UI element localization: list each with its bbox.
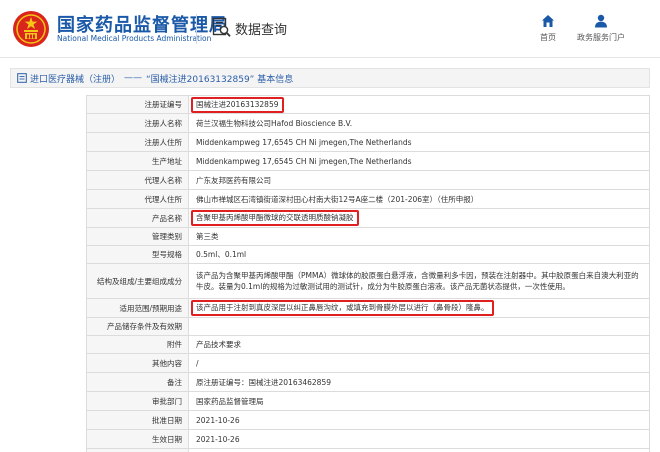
field-label: 注册人住所	[86, 132, 189, 152]
nav-home-label: 首页	[540, 33, 556, 42]
data-query-label: 数据查询	[235, 22, 288, 38]
field-label: 产品名称	[86, 208, 189, 228]
field-label: 结构及组成/主要组成成分	[86, 263, 189, 299]
field-label: 代理人名称	[86, 170, 189, 190]
table-row: 适用范围/预期用途 该产品用于注射到真皮深层以纠正鼻唇沟纹，或填充到骨膜外层以进行…	[86, 298, 650, 318]
national-emblem-icon	[13, 11, 49, 47]
registration-detail-table: 注册证编号 国械注进20163132859 注册人名称 荷兰汉福生物科技公司Hafod…	[86, 95, 650, 452]
table-row: 注册人住所 Middenkampweg 17,6545 CH Ni jmegen,…	[86, 132, 650, 152]
field-value-cell: 0.5ml、0.1ml	[188, 245, 650, 264]
home-icon	[542, 15, 554, 27]
field-label: 其他内容	[86, 353, 189, 373]
user-icon	[595, 14, 607, 28]
table-row: 生效日期 2021-10-26	[86, 429, 650, 449]
table-row: 管理类别 第三类	[86, 227, 650, 246]
highlighted-value: 该产品用于注射到真皮深层以纠正鼻唇沟纹，或填充到骨膜外层以进行（鼻骨段）隆鼻。	[191, 300, 494, 316]
table-row: 注册证编号 国械注进20163132859	[86, 95, 650, 114]
table-row: 结构及组成/主要组成成分 该产品为含聚甲基丙烯酸甲酯（PMMA）微球体的胶原蛋白悬…	[86, 263, 650, 299]
field-label: 附件	[86, 335, 189, 354]
field-label: 型号规格	[86, 245, 189, 264]
field-label: 审批部门	[86, 391, 189, 411]
table-row: 代理人住所 佛山市禅城区石湾镇街道深村田心村南大街12号A座二楼（201-206室…	[86, 189, 650, 209]
table-row: 批准日期 2021-10-26	[86, 410, 650, 430]
breadcrumb-section[interactable]: 进口医疗器械（注册）	[30, 72, 120, 85]
table-row: 其他内容 /	[86, 353, 650, 373]
breadcrumb: 进口医疗器械（注册） —— “国械注进20163132859” 基本信息	[10, 68, 650, 88]
header-divider	[196, 14, 197, 44]
nav-service-label: 政务服务门户	[577, 33, 625, 42]
highlighted-value: 含聚甲基丙烯酸甲酯微球的交联透明质酸钠凝胶	[191, 210, 359, 226]
field-label: 备注	[86, 372, 189, 392]
field-value-cell: Middenkampweg 17,6545 CH Ni jmegen,The N…	[188, 132, 650, 152]
field-value-cell: Middenkampweg 17,6545 CH Ni jmegen,The N…	[188, 151, 650, 171]
field-label: 有效期至	[86, 448, 189, 452]
field-label: 代理人住所	[86, 189, 189, 209]
field-label: 批准日期	[86, 410, 189, 430]
table-row: 有效期至2026-10-25	[86, 448, 650, 452]
field-label: 生效日期	[86, 429, 189, 449]
table-row: 备注 原注册证编号：国械注进20163462859	[86, 372, 650, 392]
breadcrumb-separator: ——	[124, 73, 143, 83]
field-value-cell: 含聚甲基丙烯酸甲酯微球的交联透明质酸钠凝胶	[188, 208, 650, 228]
field-value-cell: 国家药品监督管理局	[188, 391, 650, 411]
field-value-cell: 2021-10-26	[188, 410, 650, 430]
field-value-cell: 广东友邦医药有限公司	[188, 170, 650, 190]
field-label: 适用范围/预期用途	[86, 298, 189, 318]
field-value-cell: 2026-10-25	[188, 448, 650, 452]
highlighted-value: 国械注进20163132859	[191, 96, 284, 113]
breadcrumb-title: “国械注进20163132859” 基本信息	[146, 74, 294, 85]
nav-home[interactable]: 首页	[536, 14, 560, 43]
field-label: 生产地址	[86, 151, 189, 171]
field-label: 产品储存条件及有效期	[86, 317, 189, 336]
site-subtitle: National Medical Products Administration	[57, 34, 212, 43]
data-query-link[interactable]: 数据查询	[212, 17, 287, 39]
field-value-cell: 第三类	[188, 227, 650, 246]
site-header: 国家药品监督管理局 National Medical Products Admi…	[0, 0, 660, 58]
field-value-cell	[188, 317, 650, 336]
field-value-cell: 国械注进20163132859	[188, 95, 650, 114]
field-value-cell: /	[188, 353, 650, 373]
table-row: 审批部门 国家药品监督管理局	[86, 391, 650, 411]
table-row: 代理人名称 广东友邦医药有限公司	[86, 170, 650, 190]
field-value-cell: 佛山市禅城区石湾镇街道深村田心村南大街12号A座二楼（201-206室）（住所申…	[188, 189, 650, 209]
field-label: 管理类别	[86, 227, 189, 246]
document-search-icon	[212, 17, 231, 37]
table-row: 型号规格 0.5ml、0.1ml	[86, 245, 650, 264]
field-value-cell: 2021-10-26	[188, 429, 650, 449]
table-row: 产品名称 含聚甲基丙烯酸甲酯微球的交联透明质酸钠凝胶	[86, 208, 650, 228]
table-row: 注册人名称 荷兰汉福生物科技公司Hafod Bioscience B.V.	[86, 113, 650, 133]
table-row: 生产地址 Middenkampweg 17,6545 CH Ni jmegen,T…	[86, 151, 650, 171]
page-icon	[17, 73, 27, 83]
table-row: 产品储存条件及有效期	[86, 317, 650, 336]
field-value-cell: 该产品为含聚甲基丙烯酸甲酯（PMMA）微球体的胶原蛋白悬浮液，含微量利多卡因，预…	[188, 263, 650, 299]
field-value-cell: 荷兰汉福生物科技公司Hafod Bioscience B.V.	[188, 113, 650, 133]
table-row: 附件 产品技术要求	[86, 335, 650, 354]
field-value-cell: 产品技术要求	[188, 335, 650, 354]
field-label: 注册证编号	[86, 95, 189, 114]
field-label: 注册人名称	[86, 113, 189, 133]
field-value-cell: 该产品用于注射到真皮深层以纠正鼻唇沟纹，或填充到骨膜外层以进行（鼻骨段）隆鼻。	[188, 298, 650, 318]
nav-service-portal[interactable]: 政务服务门户	[574, 14, 628, 43]
field-value-cell: 原注册证编号：国械注进20163462859	[188, 372, 650, 392]
